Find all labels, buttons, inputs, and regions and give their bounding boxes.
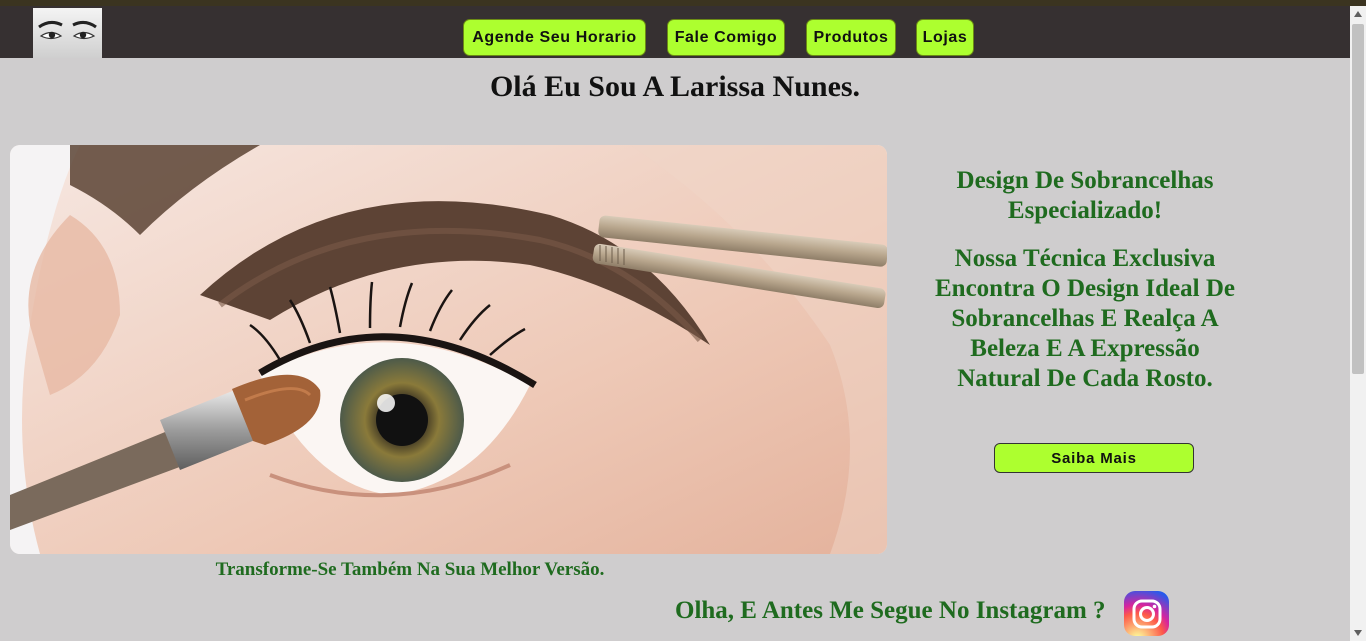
services-panel: Design De Sobrancelhas Especializado! No…: [935, 166, 1235, 394]
navbar: Agende Seu Horario Fale Comigo Produtos …: [0, 6, 1350, 58]
page-title: Olá Eu Sou A Larissa Nunes.: [489, 70, 861, 103]
eyebrow-makeup-photo: [10, 145, 887, 554]
instagram-prompt: Olha, E Antes Me Segue No Instagram ?: [675, 597, 1106, 624]
nav-produtos-button[interactable]: Produtos: [806, 19, 896, 56]
saiba-mais-button[interactable]: Saiba Mais: [994, 443, 1194, 473]
nav-agende-button[interactable]: Agende Seu Horario: [463, 19, 646, 56]
hero-caption: Transforme-Se Também Na Sua Melhor Versã…: [215, 559, 605, 580]
eyebrows-logo-icon[interactable]: [33, 8, 102, 58]
vertical-scrollbar[interactable]: [1350, 6, 1366, 641]
services-description: Nossa Técnica Exclusiva Encontra O Desig…: [935, 245, 1235, 392]
nav-lojas-button[interactable]: Lojas: [916, 19, 974, 56]
services-heading: Design De Sobrancelhas Especializado!: [956, 167, 1214, 224]
scroll-thumb[interactable]: [1352, 24, 1364, 374]
scroll-down-arrow-icon[interactable]: [1350, 625, 1366, 641]
instagram-icon[interactable]: [1124, 591, 1169, 636]
scroll-up-arrow-icon[interactable]: [1350, 6, 1366, 22]
nav-fale-comigo-button[interactable]: Fale Comigo: [667, 19, 785, 56]
